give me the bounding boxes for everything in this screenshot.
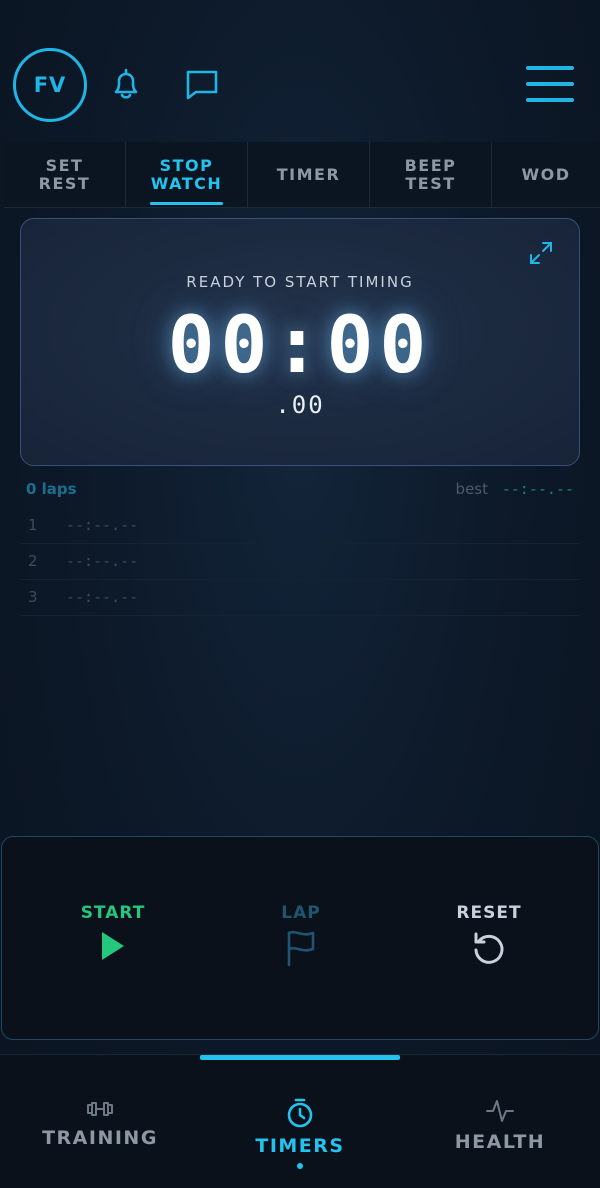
nav-timers-label: TIMERS <box>255 1135 345 1157</box>
timer-status-text: READY TO START TIMING <box>186 273 414 291</box>
reset-label: RESET <box>456 903 522 923</box>
play-icon <box>102 932 124 960</box>
lap-time: --:--.-- <box>66 552 139 570</box>
reset-button[interactable]: RESET <box>429 903 549 967</box>
start-label: START <box>80 903 146 923</box>
tab-timer[interactable]: TIMER <box>248 142 370 208</box>
tab-beep-test[interactable]: BEEP TEST <box>370 142 492 208</box>
lap-row: 3 --:--.-- <box>20 580 580 616</box>
flag-icon <box>287 930 315 967</box>
best-lap-label: best <box>455 480 488 498</box>
nav-health[interactable]: HEALTH <box>400 1097 600 1153</box>
start-button[interactable]: START <box>53 903 173 963</box>
lap-number: 2 <box>28 552 38 570</box>
menu-icon[interactable] <box>526 66 574 104</box>
lap-time: --:--.-- <box>66 588 139 606</box>
tab-set-rest[interactable]: SET REST <box>4 142 126 208</box>
stopwatch-display: READY TO START TIMING 00:00 .00 <box>20 218 580 466</box>
elapsed-time: 00:00 <box>167 301 433 391</box>
lap-number: 3 <box>28 588 38 606</box>
lap-row: 2 --:--.-- <box>20 544 580 580</box>
nav-timers[interactable]: TIMERS <box>200 1097 400 1157</box>
elapsed-centiseconds: .00 <box>275 391 325 419</box>
activity-icon <box>486 1100 514 1122</box>
timer-mode-tabs: SET REST STOP WATCH TIMER BEEP TEST WOD <box>4 142 600 208</box>
nav-training-label: TRAINING <box>42 1127 158 1149</box>
best-lap-value: --:--.-- <box>501 480 574 498</box>
avatar[interactable]: FV <box>13 48 87 122</box>
tab-stopwatch[interactable]: STOP WATCH <box>126 142 248 208</box>
laps-header: 0 laps best --:--.-- <box>26 480 574 502</box>
stopwatch-controls: START LAP RESET <box>1 836 599 1040</box>
reset-icon <box>474 932 504 964</box>
active-dot <box>297 1163 303 1169</box>
dumbbell-icon <box>87 1102 113 1116</box>
laps-count: 0 laps <box>26 480 77 498</box>
lap-button[interactable]: LAP <box>241 903 361 967</box>
tab-wod[interactable]: WOD <box>492 142 600 208</box>
nav-training[interactable]: TRAINING <box>0 1097 200 1149</box>
lap-time: --:--.-- <box>66 516 139 534</box>
app-header: FV <box>0 0 600 142</box>
lap-number: 1 <box>28 516 38 534</box>
bottom-navigation: TRAINING TIMERS HEALTH <box>0 1054 600 1188</box>
bell-icon[interactable] <box>106 64 146 104</box>
active-tab-indicator <box>200 1055 400 1060</box>
stopwatch-icon <box>287 1098 313 1128</box>
expand-icon[interactable] <box>527 239 555 267</box>
lap-row: 1 --:--.-- <box>20 508 580 544</box>
lap-label: LAP <box>281 903 321 923</box>
nav-health-label: HEALTH <box>454 1131 546 1153</box>
chat-icon[interactable] <box>182 64 222 104</box>
